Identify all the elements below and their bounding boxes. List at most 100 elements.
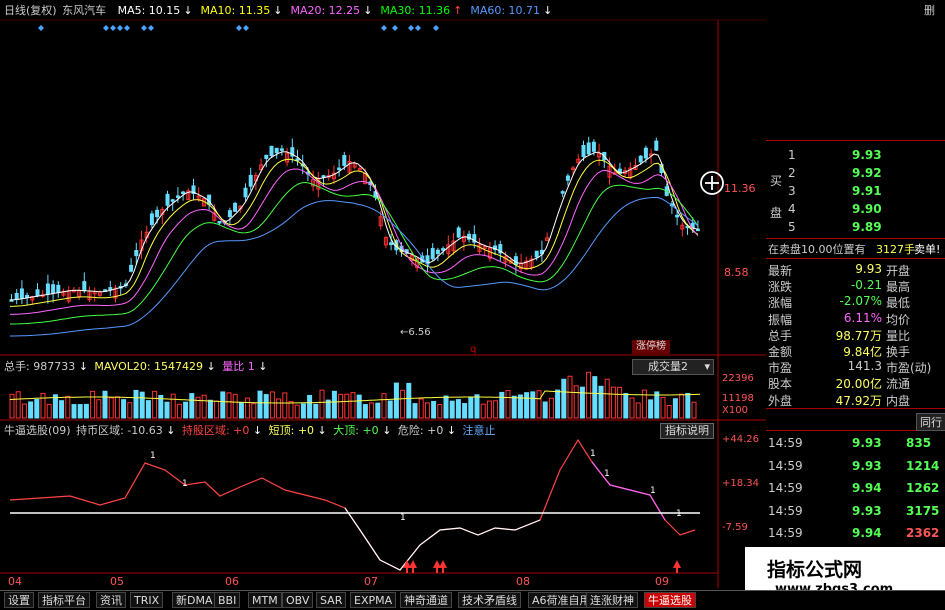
candle-body — [264, 154, 269, 159]
buy-side-label: 盘 — [770, 206, 783, 220]
tab-10[interactable]: 神奇通道 — [400, 592, 452, 608]
candle-body — [155, 209, 160, 218]
tab-3[interactable]: TRIX — [130, 592, 164, 608]
candle-body — [217, 221, 222, 224]
candle-body — [581, 145, 586, 158]
tab-1[interactable]: 指标平台 — [38, 592, 90, 608]
tab-13[interactable]: 连涨财神 — [586, 592, 638, 608]
volume-bar — [641, 389, 647, 419]
volume-bar — [480, 403, 486, 419]
tab-2[interactable]: 资讯 — [96, 592, 126, 608]
chart-area[interactable]: 1 1 1 1 1 1 1 — [0, 0, 766, 592]
volume-bar — [232, 393, 238, 419]
trade-time: 14:59 — [768, 436, 803, 450]
down-arrow-icon: ↓ — [183, 4, 193, 17]
ma-legend-item: MA30: 11.36 — [380, 4, 451, 17]
month-label: 05 — [110, 575, 124, 588]
indicator-note: 注意止 — [462, 424, 496, 437]
volume-bar — [226, 392, 232, 419]
order-level-number: 1 — [788, 148, 796, 162]
tab-6[interactable]: MTM — [248, 592, 282, 608]
candle-body — [108, 287, 113, 291]
indicator-short-top: 短顶: +0 — [268, 424, 315, 437]
quote-value: 6.11% — [843, 310, 882, 325]
tab-12[interactable]: A6荷准自用 — [528, 592, 595, 608]
order-level-number: 3 — [788, 184, 796, 198]
volume-bar — [499, 391, 505, 419]
limit-up-list-button[interactable]: 涨停榜 — [632, 340, 670, 354]
volume-bar — [133, 389, 139, 419]
price-axis-high: 11.36 — [724, 182, 756, 195]
volume-bar — [660, 396, 666, 419]
ma-legend-item: MA5: 10.15 — [117, 4, 181, 17]
volume-bar — [393, 382, 399, 419]
indicator-hold: 持币区域: -10.63 — [76, 424, 163, 437]
quote-label: 开盘 — [886, 264, 911, 278]
quote-label: 换手 — [886, 345, 911, 359]
tab-7[interactable]: OBV — [282, 592, 314, 608]
down-arrow-icon: ↓ — [252, 424, 263, 437]
indicator-help-button[interactable]: 指标说明 — [660, 423, 714, 439]
volume-bar — [381, 393, 387, 419]
volume-bar — [96, 399, 102, 419]
q-mark: q — [470, 344, 477, 355]
price-axis-low: 8.58 — [724, 266, 749, 279]
volume-selector[interactable]: 成交量2 ▾ — [632, 359, 714, 375]
volume-bar — [15, 391, 21, 419]
svg-text:1: 1 — [150, 451, 156, 461]
volume-selector-label: 成交量2 — [648, 360, 688, 373]
volume-bar — [474, 394, 480, 419]
quote-label: 最新 — [768, 264, 793, 278]
candle-body — [248, 174, 253, 187]
tab-4[interactable]: 新DMA — [172, 592, 217, 608]
volume-bar — [21, 403, 27, 419]
volume-bar — [449, 400, 455, 419]
up-arrow-icon: ↑ — [453, 4, 463, 17]
sell-order-button[interactable]: 卖单! — [914, 241, 940, 257]
volume-bar — [325, 399, 331, 419]
ma-line — [10, 196, 699, 337]
down-arrow-icon: ↓ — [363, 4, 373, 17]
volume-bar — [294, 404, 300, 419]
candle-body — [181, 191, 186, 195]
quote-label: 总手 — [768, 328, 793, 343]
tab-11[interactable]: 技术矛盾线 — [458, 592, 521, 608]
candle-body — [591, 141, 596, 152]
ma-legend-item: MA20: 12.25 — [290, 4, 361, 17]
crosshair-icon[interactable] — [700, 171, 724, 195]
volume-bar — [369, 402, 375, 419]
quote-label: 振幅 — [768, 312, 793, 327]
volume-bar — [152, 390, 158, 419]
peer-button[interactable]: 同行 — [916, 413, 945, 431]
indicator-line-low — [344, 507, 541, 571]
down-arrow-icon: ↓ — [382, 424, 392, 437]
tab-0[interactable]: 设置 — [4, 592, 34, 608]
volume-bar — [102, 390, 108, 419]
volume-bar — [455, 399, 461, 419]
indicator-markers: 1 1 1 1 1 1 1 — [150, 449, 682, 523]
tab-5[interactable]: BBI — [214, 592, 241, 608]
indicator-axis-top: +44.26 — [722, 434, 760, 445]
candle-body — [233, 202, 238, 212]
volume-bar — [443, 395, 449, 419]
volume-bar — [530, 391, 536, 419]
order-level-price: 9.90 — [852, 202, 882, 216]
tab-14[interactable]: 牛逼选股 — [644, 592, 696, 608]
tab-9[interactable]: EXPMA — [350, 592, 397, 608]
candle-body — [643, 147, 648, 159]
trade-volume: 1262 — [906, 481, 940, 495]
candle-body — [342, 155, 347, 166]
indicator-header: 牛逼选股(09) 持币区域: -10.63 ↓ 持股区域: +0 ↓ 短顶: +… — [4, 424, 496, 438]
indicator-lines — [9, 438, 696, 571]
order-level-price: 9.89 — [852, 220, 882, 234]
tab-8[interactable]: SAR — [316, 592, 347, 608]
candlestick-series — [9, 136, 700, 306]
candle-body — [675, 214, 680, 218]
volume-bar — [288, 401, 294, 419]
volume-bar — [431, 400, 437, 419]
volume-bar — [375, 402, 381, 419]
svg-text:1: 1 — [650, 486, 656, 496]
volume-bar — [505, 390, 511, 419]
dropdown-arrow-icon: ▾ — [704, 360, 710, 373]
quote-label: 市盈 — [768, 361, 793, 376]
